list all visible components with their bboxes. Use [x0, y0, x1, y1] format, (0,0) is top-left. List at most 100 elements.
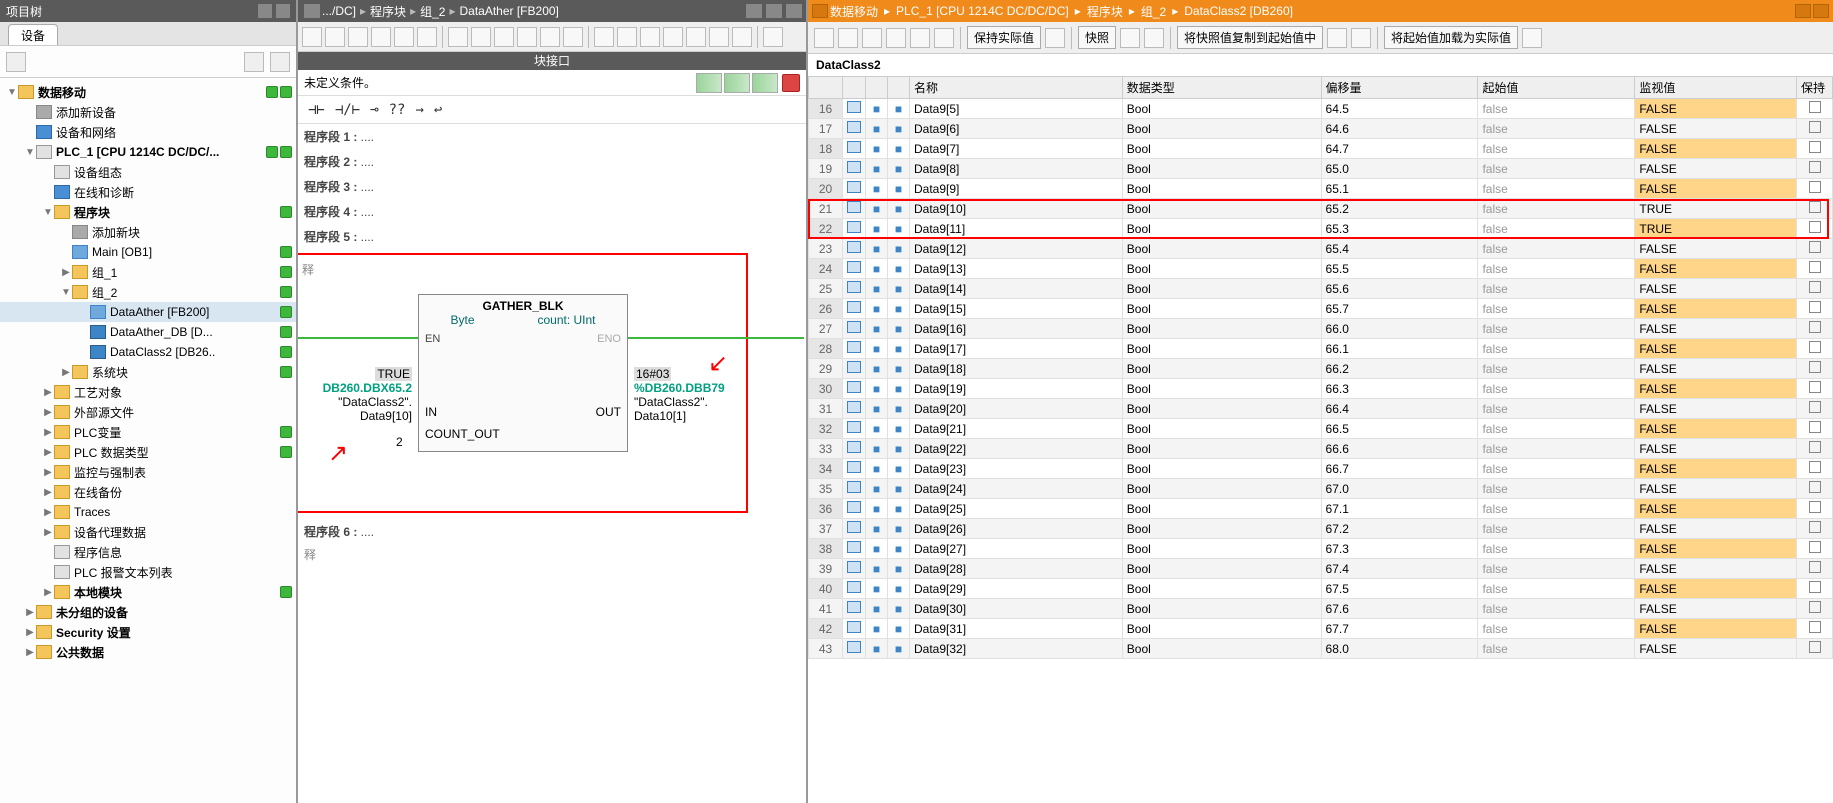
toolbar-icon[interactable]: [1120, 28, 1140, 48]
tree-item[interactable]: ▶监控与强制表: [0, 462, 296, 482]
data-grid[interactable]: 名称 数据类型 偏移量 起始值 监视值 保持 16■■Data9[5]Bool6…: [808, 76, 1833, 803]
table-row[interactable]: 43■■Data9[32]Bool68.0falseFALSE: [809, 639, 1833, 659]
toolbar-icon[interactable]: [886, 28, 906, 48]
toolbar-icon[interactable]: [371, 27, 391, 47]
toolbar-icon[interactable]: [934, 28, 954, 48]
toolbar-icon[interactable]: [663, 27, 683, 47]
toolbar-icon[interactable]: [302, 27, 322, 47]
table-row[interactable]: 35■■Data9[24]Bool67.0falseFALSE: [809, 479, 1833, 499]
col-type[interactable]: 数据类型: [1122, 77, 1321, 99]
table-row[interactable]: 36■■Data9[25]Bool67.1falseFALSE: [809, 499, 1833, 519]
tree-item[interactable]: ▼程序块: [0, 202, 296, 222]
ladder-box-icon[interactable]: ??: [389, 102, 406, 118]
network-title[interactable]: 程序段 2 :: [304, 155, 357, 169]
toolbar-icon[interactable]: [1327, 28, 1347, 48]
tree-item[interactable]: DataAther [FB200]: [0, 302, 296, 322]
toolbar-icon[interactable]: [617, 27, 637, 47]
panel-collapse-icon[interactable]: [276, 4, 290, 18]
snapshot-button[interactable]: 快照: [1078, 26, 1116, 49]
table-row[interactable]: 23■■Data9[12]Bool65.4falseFALSE: [809, 239, 1833, 259]
tree-item[interactable]: ▶Traces: [0, 502, 296, 522]
table-row[interactable]: 16■■Data9[5]Bool64.5falseFALSE: [809, 99, 1833, 119]
tree-item[interactable]: ▼PLC_1 [CPU 1214C DC/DC/...: [0, 142, 296, 162]
toolbar-icon[interactable]: [709, 27, 729, 47]
ladder-branch-icon[interactable]: →: [415, 102, 423, 118]
toolbar-icon[interactable]: [471, 27, 491, 47]
col-keep[interactable]: 保持: [1797, 77, 1833, 99]
tree-item[interactable]: DataAther_DB [D...: [0, 322, 296, 342]
table-row[interactable]: 34■■Data9[23]Bool66.7falseFALSE: [809, 459, 1833, 479]
keep-actual-button[interactable]: 保持实际值: [967, 26, 1041, 49]
network-title[interactable]: 程序段 3 :: [304, 180, 357, 194]
tree-item[interactable]: ▶公共数据: [0, 642, 296, 662]
toolbar-icon[interactable]: [1045, 28, 1065, 48]
table-row[interactable]: 19■■Data9[8]Bool65.0falseFALSE: [809, 159, 1833, 179]
tree-item[interactable]: ▶PLC 数据类型: [0, 442, 296, 462]
table-row[interactable]: 20■■Data9[9]Bool65.1falseFALSE: [809, 179, 1833, 199]
toolbar-icon[interactable]: [517, 27, 537, 47]
tree-item[interactable]: 在线和诊断: [0, 182, 296, 202]
table-row[interactable]: 41■■Data9[30]Bool67.6falseFALSE: [809, 599, 1833, 619]
table-row[interactable]: 39■■Data9[28]Bool67.4falseFALSE: [809, 559, 1833, 579]
table-row[interactable]: 28■■Data9[17]Bool66.1falseFALSE: [809, 339, 1833, 359]
toolbar-icon[interactable]: [732, 27, 752, 47]
toolbar-icon[interactable]: [494, 27, 514, 47]
toolbar-icon[interactable]: [686, 27, 706, 47]
tree-item[interactable]: ▶设备代理数据: [0, 522, 296, 542]
project-tree[interactable]: ▼数据移动添加新设备设备和网络▼PLC_1 [CPU 1214C DC/DC/.…: [0, 78, 296, 803]
table-row[interactable]: 21■■Data9[10]Bool65.2falseTRUE: [809, 199, 1833, 219]
tree-tool-list-icon[interactable]: [270, 52, 290, 72]
table-row[interactable]: 30■■Data9[19]Bool66.3falseFALSE: [809, 379, 1833, 399]
tree-item[interactable]: ▶PLC变量: [0, 422, 296, 442]
toolbar-icon[interactable]: [862, 28, 882, 48]
minimize-icon[interactable]: [1795, 4, 1811, 18]
interface-bar[interactable]: 块接口: [298, 52, 806, 70]
minimize-icon[interactable]: [746, 4, 762, 18]
toolbar-icon[interactable]: [540, 27, 560, 47]
tree-item[interactable]: ▼数据移动: [0, 82, 296, 102]
maximize-icon[interactable]: [766, 4, 782, 18]
copy-snapshot-button[interactable]: 将快照值复制到起始值中: [1177, 26, 1323, 49]
tree-item[interactable]: 程序信息: [0, 542, 296, 562]
close-icon[interactable]: [786, 4, 802, 18]
toolbar-icon[interactable]: [325, 27, 345, 47]
tree-item[interactable]: PLC 报警文本列表: [0, 562, 296, 582]
table-row[interactable]: 26■■Data9[15]Bool65.7falseFALSE: [809, 299, 1833, 319]
toolbar-icon[interactable]: [1351, 28, 1371, 48]
table-row[interactable]: 31■■Data9[20]Bool66.4falseFALSE: [809, 399, 1833, 419]
tree-item[interactable]: ▶Security 设置: [0, 622, 296, 642]
tree-item[interactable]: ▶工艺对象: [0, 382, 296, 402]
toolbar-icon[interactable]: [394, 27, 414, 47]
toolbar-icon[interactable]: [640, 27, 660, 47]
tree-item[interactable]: ▶系统块: [0, 362, 296, 382]
tree-item[interactable]: ▶外部源文件: [0, 402, 296, 422]
toolbar-icon[interactable]: [594, 27, 614, 47]
table-row[interactable]: 17■■Data9[6]Bool64.6falseFALSE: [809, 119, 1833, 139]
toolbar-icon[interactable]: [1144, 28, 1164, 48]
toolbar-icon[interactable]: [348, 27, 368, 47]
tree-item[interactable]: 添加新设备: [0, 102, 296, 122]
toolbar-icon[interactable]: [763, 27, 783, 47]
nav-back-icon[interactable]: [812, 4, 828, 18]
network-title[interactable]: 程序段 5 :: [304, 230, 357, 244]
maximize-icon[interactable]: [1813, 4, 1829, 18]
ladder-contact-icon[interactable]: ⊣⊢: [308, 102, 325, 118]
toolbar-icon[interactable]: [563, 27, 583, 47]
table-row[interactable]: 22■■Data9[11]Bool65.3falseTRUE: [809, 219, 1833, 239]
network-title[interactable]: 程序段 4 :: [304, 205, 357, 219]
nav-back-icon[interactable]: [304, 4, 320, 18]
toolbar-icon[interactable]: [814, 28, 834, 48]
toolbar-icon[interactable]: [838, 28, 858, 48]
tree-item[interactable]: 添加新块: [0, 222, 296, 242]
load-start-button[interactable]: 将起始值加载为实际值: [1384, 26, 1518, 49]
tree-item[interactable]: Main [OB1]: [0, 242, 296, 262]
table-row[interactable]: 27■■Data9[16]Bool66.0falseFALSE: [809, 319, 1833, 339]
toolbar-icon[interactable]: [448, 27, 468, 47]
toolbar-icon[interactable]: [1522, 28, 1542, 48]
table-row[interactable]: 40■■Data9[29]Bool67.5falseFALSE: [809, 579, 1833, 599]
col-start[interactable]: 起始值: [1478, 77, 1635, 99]
network-list[interactable]: 程序段 1 : .... 程序段 2 : .... 程序段 3 : .... 程…: [298, 124, 806, 803]
network-title[interactable]: 程序段 1 :: [304, 130, 357, 144]
tree-item[interactable]: ▶组_1: [0, 262, 296, 282]
col-name[interactable]: 名称: [910, 77, 1123, 99]
